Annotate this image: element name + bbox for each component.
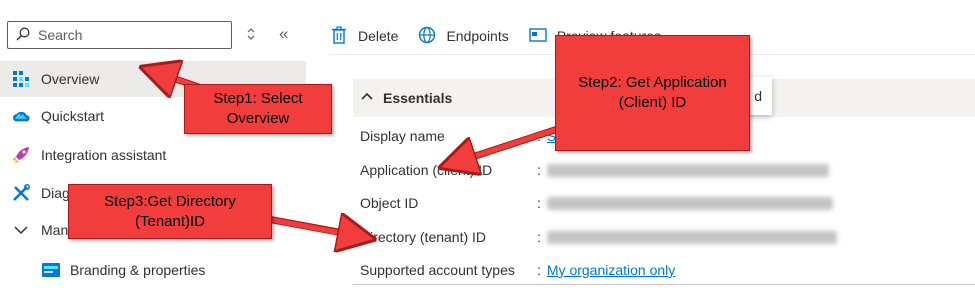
chevron-down-icon <box>12 221 30 239</box>
sidebar-item-label: Diag <box>41 185 70 201</box>
sidebar-item-branding[interactable]: Branding & properties <box>0 252 306 288</box>
preview-features-icon <box>529 26 557 47</box>
essentials-row-application-id: Application (client) ID : <box>360 160 829 180</box>
essentials-key: Object ID <box>360 195 419 211</box>
essentials-key: Display name <box>360 128 445 144</box>
sidebar-item-integration-assistant[interactable]: Integration assistant <box>0 137 306 173</box>
essentials-colon: : <box>537 162 541 178</box>
redacted-application-id <box>546 163 829 177</box>
step2-line2: (Client) ID <box>618 94 687 111</box>
sidebar-item-label: Branding & properties <box>70 262 206 278</box>
redacted-object-id <box>546 196 833 210</box>
search-input[interactable] <box>38 27 218 43</box>
branding-icon <box>42 261 60 279</box>
cloud-icon <box>12 107 30 125</box>
collapse-sidebar-button[interactable]: « <box>279 24 295 44</box>
essentials-key: Directory (tenant) ID <box>360 229 487 245</box>
tooltip-text: d <box>754 88 762 104</box>
delete-label: Delete <box>358 28 399 44</box>
search-icon <box>16 27 30 44</box>
expand-collapse-toggle-icon[interactable] <box>244 27 258 45</box>
endpoints-button[interactable]: Endpoints <box>418 26 509 47</box>
step3-line2: (Tenant)ID <box>134 212 206 230</box>
overview-grid-icon <box>12 70 30 88</box>
tools-icon <box>12 184 30 202</box>
essentials-row-object-id: Object ID : <box>360 193 833 213</box>
step3-callout: Step3:Get Directory (Tenant)ID <box>68 184 272 239</box>
sidebar-item-label: Quickstart <box>41 108 105 124</box>
step2-line1: Step2: Get Application <box>578 74 727 91</box>
essentials-row-display-name: Display name : S <box>360 126 556 146</box>
chevron-up-icon <box>361 90 383 106</box>
trash-icon <box>330 25 358 47</box>
essentials-colon: : <box>537 128 541 144</box>
account-types-link[interactable]: My organization only <box>547 262 675 278</box>
step2-callout: Step2: Get Application (Client) ID <box>555 35 750 151</box>
step1-callout: Step1: Select Overview <box>184 84 332 134</box>
essentials-key: Supported account types <box>360 262 515 278</box>
endpoints-label: Endpoints <box>446 28 509 44</box>
essentials-colon: : <box>537 229 541 245</box>
redacted-directory-id <box>546 230 837 244</box>
search-box[interactable] <box>7 21 232 49</box>
essentials-title: Essentials <box>383 90 453 106</box>
sidebar-item-label: Overview <box>41 71 100 87</box>
sidebar-item-label: Integration assistant <box>41 147 167 163</box>
step1-line1: Step1: Select <box>213 90 303 107</box>
rocket-icon <box>12 146 30 164</box>
step1-line2: Overview <box>226 110 290 127</box>
essentials-row-account-types: Supported account types : My organizatio… <box>360 260 675 280</box>
delete-button[interactable]: Delete <box>330 25 399 47</box>
essentials-colon: : <box>537 195 541 211</box>
essentials-colon: : <box>537 262 541 278</box>
globe-icon <box>418 26 446 47</box>
essentials-row-directory-id: Directory (tenant) ID : <box>360 227 837 247</box>
essentials-key: Application (client) ID <box>360 162 493 178</box>
step3-line1: Step3:Get Directory <box>104 192 236 210</box>
essentials-divider <box>353 284 975 285</box>
